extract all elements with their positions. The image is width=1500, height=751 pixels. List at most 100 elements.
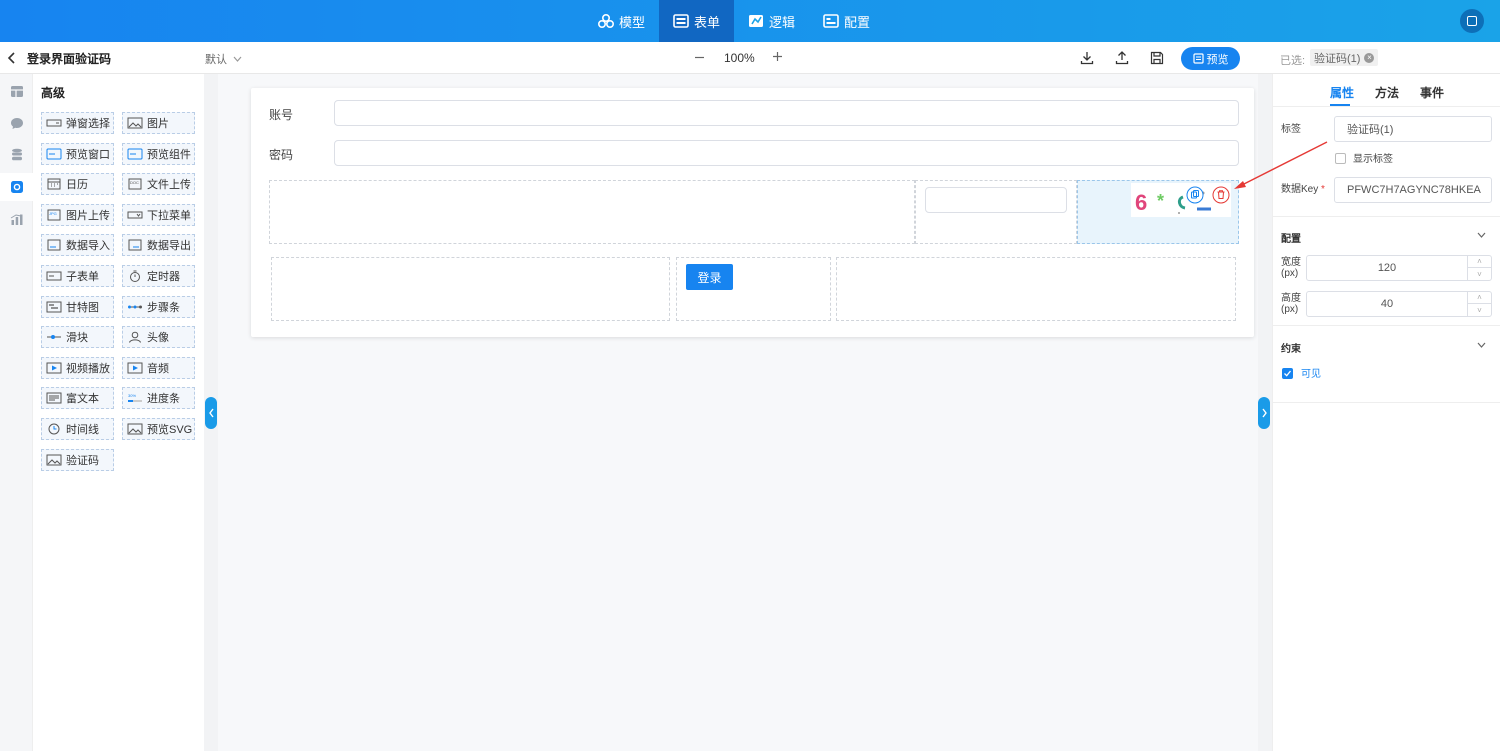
palette-item[interactable]: 滑块	[41, 326, 114, 349]
chat-icon	[10, 117, 23, 129]
height-stepper[interactable]: 40 ˄ ˅	[1306, 291, 1492, 317]
password-input[interactable]	[334, 140, 1239, 166]
palette-item[interactable]: 弹窗选择	[41, 112, 114, 134]
width-spin[interactable]: ˄ ˅	[1467, 256, 1491, 280]
login-button[interactable]: 登录	[686, 264, 733, 290]
upload-icon[interactable]	[1115, 51, 1129, 65]
download-icon[interactable]	[1080, 51, 1094, 65]
palette-item[interactable]: JPG 图片上传	[41, 203, 114, 226]
height-spin[interactable]: ˄ ˅	[1467, 292, 1491, 316]
palette-item-label: 视频播放	[66, 362, 110, 375]
width-stepper[interactable]: 120 ˄ ˅	[1306, 255, 1492, 281]
palette-item[interactable]: DOC 文件上传	[122, 173, 195, 196]
visible-checkbox[interactable]	[1282, 368, 1293, 379]
preview-component-icon	[127, 148, 143, 160]
chevron-left-icon[interactable]	[6, 51, 18, 65]
collapse-right-panel[interactable]	[1258, 397, 1270, 429]
tab-form[interactable]: 表单	[659, 0, 735, 42]
chevron-down-icon[interactable]	[1477, 232, 1486, 238]
progress-icon: 30%	[128, 393, 142, 403]
layout-cell[interactable]	[915, 180, 1077, 244]
layout-cell[interactable]	[271, 257, 670, 321]
calendar-icon	[47, 178, 61, 190]
preview-button[interactable]: 预览	[1181, 47, 1240, 70]
delete-icon[interactable]	[1212, 186, 1230, 204]
layout-panel-button[interactable]	[0, 77, 33, 105]
comment-panel-button[interactable]	[0, 109, 33, 137]
data-panel-button[interactable]	[0, 141, 33, 169]
account-input[interactable]	[334, 100, 1239, 126]
save-icon[interactable]	[1150, 51, 1164, 65]
rich-text-icon	[46, 392, 62, 404]
palette-item-label: 头像	[147, 332, 169, 345]
layout-cell[interactable]	[269, 180, 915, 244]
svg-text:JPG: JPG	[49, 211, 57, 216]
editor-toolbar: 登录界面验证码 默认 100% 预览 已选: 验证码(1) ×	[0, 42, 1500, 74]
zoom-in-button[interactable]	[770, 48, 784, 64]
layout-cell[interactable]	[836, 257, 1236, 321]
tab-config-label: 配置	[844, 14, 871, 30]
layout-cell[interactable]: 登录	[676, 257, 831, 321]
zoom-out-button[interactable]	[692, 49, 706, 65]
divider	[1273, 216, 1500, 217]
tab-logic[interactable]: 逻辑	[734, 0, 809, 42]
palette-item-label: 图片上传	[66, 209, 110, 222]
chevron-down-icon[interactable]	[1477, 342, 1486, 348]
palette-item[interactable]: 日历	[41, 173, 114, 196]
tab-methods[interactable]: 方法	[1375, 84, 1399, 101]
palette-item[interactable]: 数据导入	[41, 234, 114, 257]
copy-icon[interactable]	[1186, 186, 1204, 204]
palette-item[interactable]: 子表单	[41, 265, 114, 287]
label-field-input[interactable]: 验证码(1)	[1334, 116, 1492, 142]
chevron-up-icon[interactable]: ˄	[1468, 256, 1491, 268]
tab-model[interactable]: 模型	[584, 0, 659, 42]
palette-item[interactable]: 视频播放	[41, 356, 114, 379]
data-key-input[interactable]: PFWC7H7AGYNC78HKEA	[1334, 177, 1492, 203]
tab-config[interactable]: 配置	[809, 0, 884, 42]
chart-panel-button[interactable]	[0, 205, 33, 233]
palette-item[interactable]: 验证码	[41, 448, 114, 471]
close-icon[interactable]: ×	[1364, 52, 1375, 63]
palette-item-label: 数据导出	[147, 240, 191, 253]
tab-events[interactable]: 事件	[1420, 84, 1444, 101]
palette-item[interactable]: 富文本	[41, 387, 114, 410]
avatar-icon	[129, 331, 141, 343]
page-title: 登录界面验证码	[27, 52, 112, 66]
palette-item[interactable]: 图片	[122, 112, 195, 134]
version-select-value: 默认	[205, 54, 227, 66]
selected-tag[interactable]: 验证码(1) ×	[1310, 49, 1379, 66]
zoom-level: 100%	[724, 51, 755, 65]
palette-item[interactable]: 下拉菜单	[122, 203, 195, 226]
palette-item[interactable]: 预览SVG	[122, 418, 195, 440]
captcha-cell-selected[interactable]: 6 *	[1077, 180, 1239, 244]
chevron-down-icon[interactable]: ˅	[1468, 268, 1491, 280]
component-panel-button[interactable]	[0, 173, 33, 201]
audio-icon	[127, 362, 143, 374]
chevron-down-icon[interactable]: ˅	[1468, 304, 1491, 316]
component-palette: 高级 弹窗选择 图片 预览窗口 预览组件 日历 DOC 文件上传 JPG 图片上传 下拉菜单 数据导…	[33, 74, 204, 751]
palette-item[interactable]: 时间线	[41, 418, 114, 440]
palette-item[interactable]: 音频	[122, 356, 195, 379]
palette-item[interactable]: 定时器	[122, 265, 195, 287]
selected-label: 已选:	[1280, 55, 1306, 67]
palette-item[interactable]: 30% 进度条	[122, 387, 195, 410]
palette-item[interactable]: 预览窗口	[41, 142, 114, 165]
captcha-input[interactable]	[925, 187, 1067, 213]
palette-item[interactable]: 步骤条	[122, 295, 195, 318]
fullscreen-button[interactable]	[1460, 9, 1484, 33]
palette-item-label: 弹窗选择	[66, 118, 110, 130]
form-card[interactable]: 账号 密码 6 * 登录	[251, 88, 1254, 337]
palette-item-label: 富文本	[66, 393, 99, 406]
tab-properties[interactable]: 属性	[1330, 84, 1354, 101]
width-value: 120	[1377, 262, 1397, 274]
collapse-left-panel[interactable]	[205, 397, 217, 429]
palette-item[interactable]: 甘特图	[41, 295, 114, 318]
palette-item[interactable]: 预览组件	[122, 142, 195, 165]
canvas-page: 账号 密码 6 * 登录	[218, 74, 1258, 751]
chevron-up-icon[interactable]: ˄	[1468, 292, 1491, 304]
svg-text:6: 6	[1135, 190, 1147, 215]
version-select[interactable]: 默认	[205, 51, 242, 67]
show-label-checkbox[interactable]	[1335, 153, 1346, 164]
palette-item[interactable]: 头像	[122, 326, 195, 349]
palette-item[interactable]: 数据导出	[122, 234, 195, 257]
